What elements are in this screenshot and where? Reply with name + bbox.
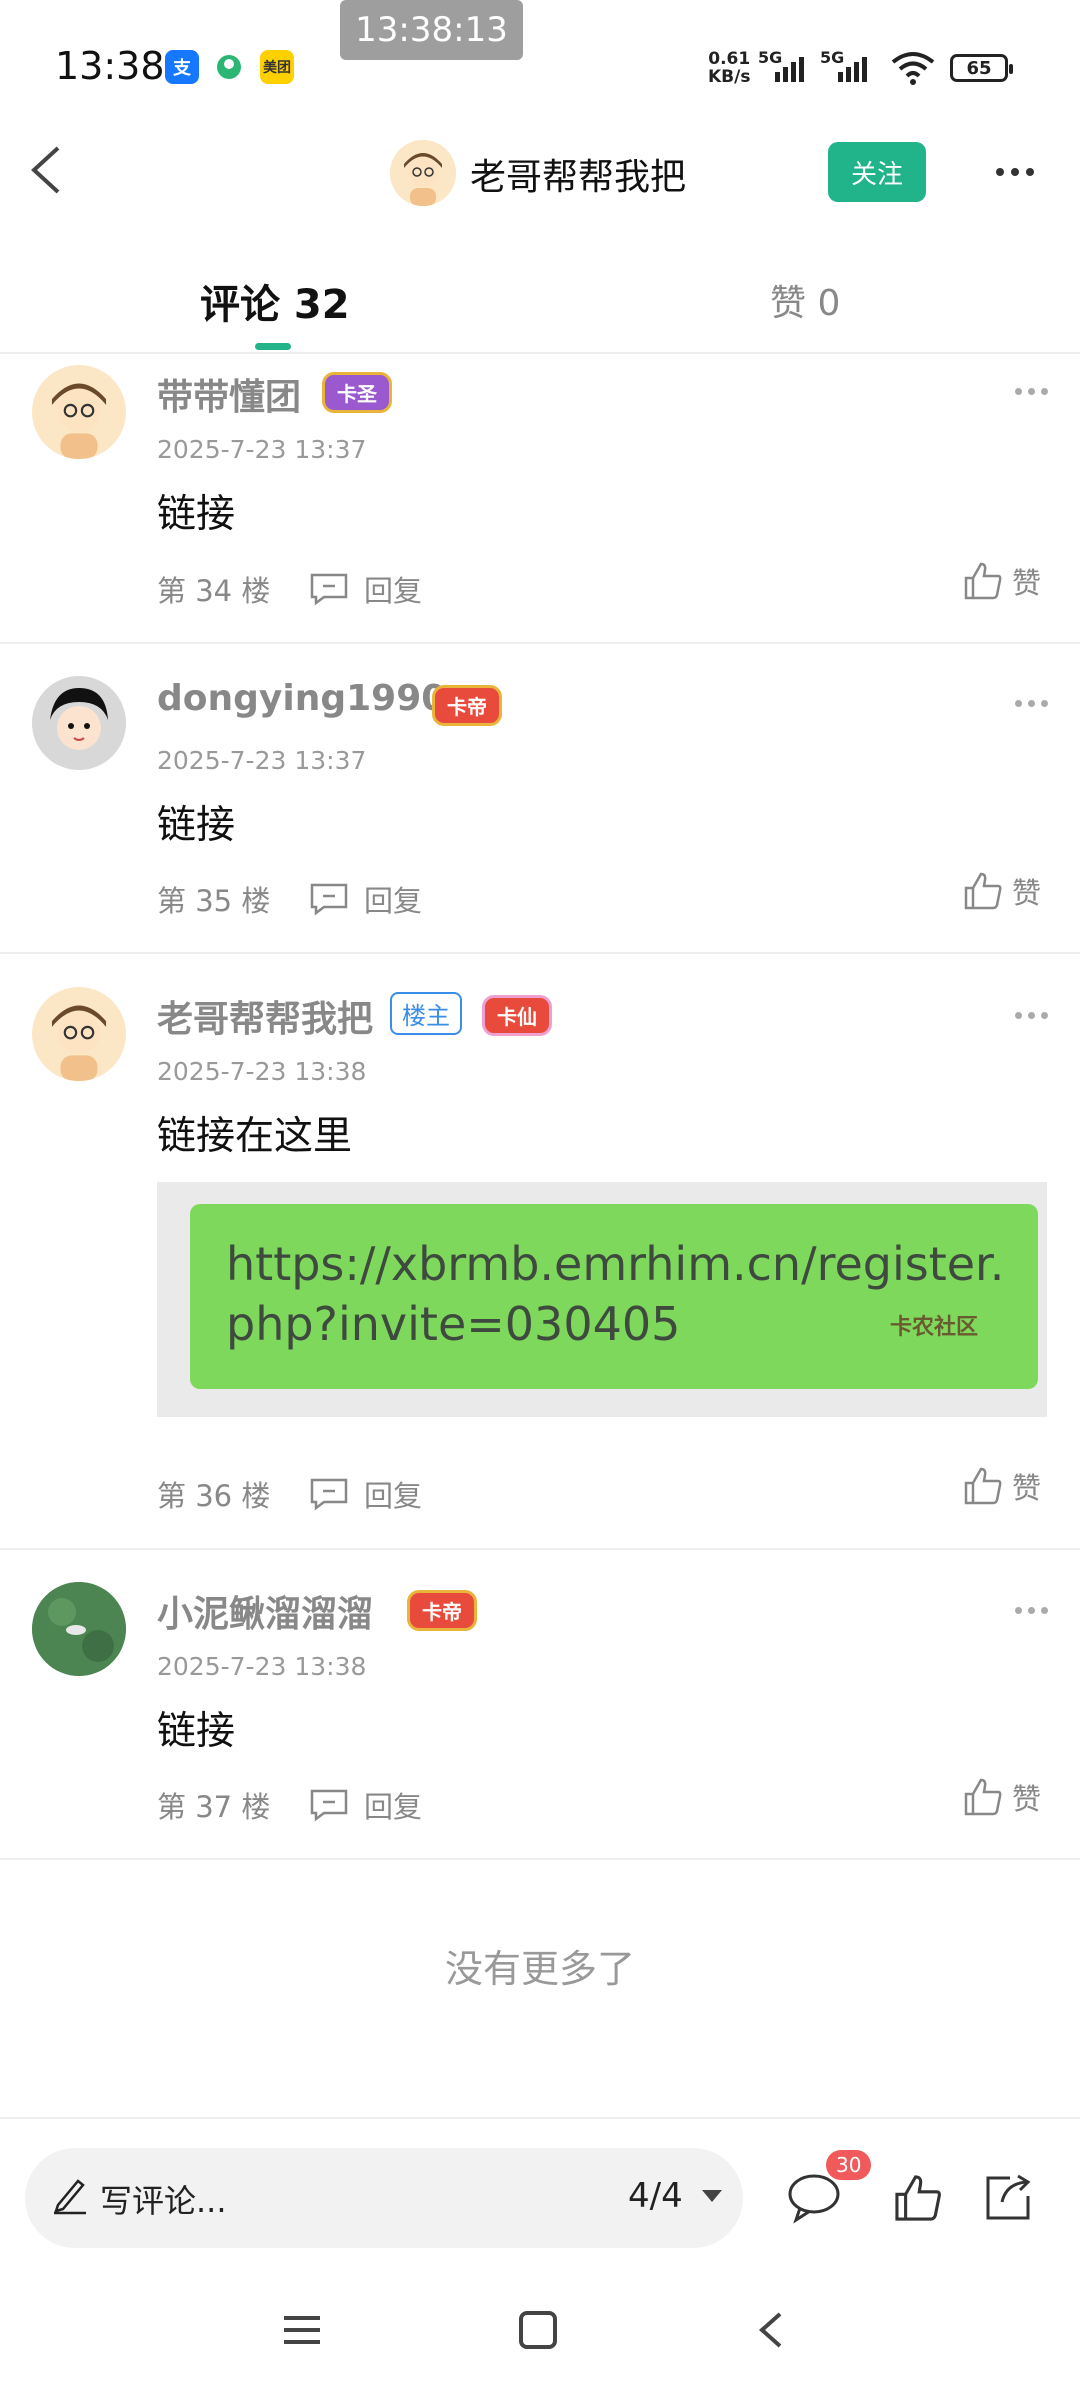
- floor-number: 第 36 楼: [157, 1479, 271, 1513]
- home-icon[interactable]: [518, 2310, 558, 2354]
- reply-button[interactable]: 回复: [308, 568, 422, 610]
- reply-icon: [310, 1478, 348, 1511]
- level-badge: 卡圣: [322, 371, 392, 413]
- owner-tag: 楼主: [390, 992, 462, 1035]
- network-speed: 0.61 KB/s: [708, 49, 751, 87]
- page-selector[interactable]: 4/4: [628, 2176, 683, 2216]
- reply-button[interactable]: 回复: [308, 878, 422, 920]
- caret-down-icon[interactable]: [700, 2188, 724, 2208]
- reply-button[interactable]: 回复: [308, 1473, 422, 1515]
- thumbs-up-icon: [964, 872, 1002, 910]
- like-button[interactable]: 赞: [962, 1465, 1041, 1507]
- alipay-icon: 支: [165, 50, 199, 84]
- avatar[interactable]: [32, 365, 126, 459]
- image-watermark: 卡农社区: [889, 1315, 978, 1340]
- like-button[interactable]: 赞: [962, 560, 1041, 602]
- tab-likes[interactable]: 赞 0: [770, 274, 840, 326]
- more-options-icon[interactable]: [996, 168, 1034, 176]
- back-nav-icon[interactable]: [752, 2310, 792, 2354]
- thumbs-up-icon[interactable]: [892, 2172, 944, 2228]
- comment-author[interactable]: 小泥鳅溜溜溜: [157, 1585, 373, 1637]
- reply-button[interactable]: 回复: [308, 1784, 422, 1826]
- comment-image[interactable]: https://xbrmb.emrhim.cn/register. php?in…: [157, 1182, 1047, 1417]
- divider: [0, 642, 1080, 644]
- floor-number: 第 34 楼: [157, 574, 271, 608]
- reply-icon: [310, 573, 348, 606]
- divider: [0, 952, 1080, 954]
- page-title: 老哥帮帮我把: [470, 157, 687, 198]
- image-bubble: https://xbrmb.emrhim.cn/register. php?in…: [190, 1204, 1038, 1389]
- follow-button[interactable]: 关注: [828, 142, 926, 202]
- avatar[interactable]: [32, 676, 126, 770]
- like-button[interactable]: 赞: [962, 870, 1041, 912]
- divider: [0, 1858, 1080, 1860]
- comment-text: 链接: [157, 803, 236, 848]
- avatar[interactable]: [32, 987, 126, 1081]
- comment-input-placeholder[interactable]: 写评论...: [100, 2176, 227, 2222]
- level-badge: 卡帝: [407, 1589, 477, 1631]
- avatar[interactable]: [32, 1582, 126, 1676]
- tab-comments[interactable]: 评论 32: [200, 272, 350, 330]
- divider: [0, 1548, 1080, 1550]
- comment-author[interactable]: 老哥帮帮我把: [157, 990, 373, 1042]
- end-of-list-text: 没有更多了: [444, 1947, 635, 1991]
- meituan-icon: 美团: [260, 50, 294, 84]
- like-button[interactable]: 赞: [962, 1776, 1041, 1818]
- comment-author[interactable]: dongying1990: [157, 678, 446, 719]
- status-time: 13:38: [55, 44, 165, 88]
- level-badge: 卡帝: [432, 684, 502, 726]
- floor-number: 第 35 楼: [157, 884, 271, 918]
- comment-time: 2025-7-23 13:38: [157, 1652, 367, 1681]
- menu-icon[interactable]: [282, 2310, 322, 2354]
- app-icon: [212, 50, 246, 84]
- divider: [0, 2117, 1080, 2119]
- overlay-clock: 13:38:13: [340, 0, 523, 60]
- comment-more-icon[interactable]: [1015, 700, 1048, 707]
- wifi-icon: [890, 50, 936, 90]
- pencil-icon: [52, 2175, 88, 2219]
- battery-icon: 65: [950, 54, 1013, 82]
- comment-text: 链接在这里: [157, 1114, 353, 1159]
- comment-text: 链接: [157, 1709, 236, 1754]
- thumbs-up-icon: [964, 562, 1002, 600]
- comment-time: 2025-7-23 13:38: [157, 1057, 367, 1086]
- thumbs-up-icon: [964, 1467, 1002, 1505]
- comment-count-badge: 30: [826, 2150, 872, 2180]
- comment-more-icon[interactable]: [1015, 1012, 1048, 1019]
- chevron-left-icon: [31, 146, 60, 194]
- share-icon[interactable]: [982, 2172, 1034, 2228]
- tab-indicator: [255, 343, 291, 350]
- floor-number: 第 37 楼: [157, 1790, 271, 1824]
- back-button[interactable]: [20, 140, 80, 200]
- comment-author[interactable]: 带带懂团: [157, 368, 301, 420]
- comment-more-icon[interactable]: [1015, 388, 1048, 395]
- comments-icon[interactable]: [786, 2170, 842, 2230]
- comment-time: 2025-7-23 13:37: [157, 435, 367, 464]
- comment-text: 链接: [157, 492, 236, 537]
- level-badge: 卡仙: [482, 994, 552, 1036]
- signal-icon: [838, 54, 867, 82]
- comment-more-icon[interactable]: [1015, 1607, 1048, 1614]
- divider: [0, 352, 1080, 354]
- author-avatar[interactable]: [390, 140, 456, 206]
- reply-icon: [310, 1789, 348, 1822]
- comment-time: 2025-7-23 13:37: [157, 746, 367, 775]
- signal-icon: [775, 54, 804, 82]
- image-link-text: https://xbrmb.emrhim.cn/register. php?in…: [226, 1237, 1005, 1351]
- thumbs-up-icon: [964, 1778, 1002, 1816]
- status-bar: 13:38 支 美团 13:38:13 0.61 KB/s 5G 5G 65: [0, 0, 1080, 120]
- reply-icon: [310, 883, 348, 916]
